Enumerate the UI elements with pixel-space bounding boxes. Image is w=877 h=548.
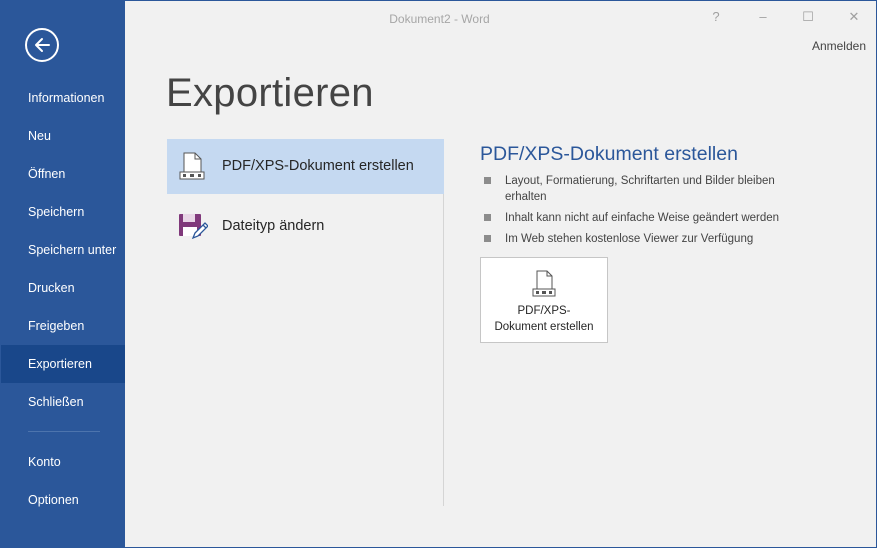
minimize-button[interactable]: –: [753, 7, 773, 27]
nav-item-informationen[interactable]: Informationen: [1, 79, 125, 117]
floppy-disk-pen-icon: [179, 214, 208, 240]
maximize-button[interactable]: ☐: [798, 7, 818, 27]
window-title: Dokument2 - Word: [389, 12, 490, 26]
pdf-document-icon: [179, 152, 205, 180]
back-button[interactable]: [25, 28, 59, 62]
nav-divider: [28, 431, 100, 432]
page-title: Exportieren: [166, 71, 374, 115]
create-pdf-xps-button[interactable]: PDF/XPS- Dokument erstellen: [480, 257, 608, 343]
option-change-file-type-label: Dateityp ändern: [222, 218, 325, 234]
nav-item-konto[interactable]: Konto: [1, 443, 125, 481]
option-create-pdf-xps[interactable]: PDF/XPS-Dokument erstellen: [167, 139, 444, 194]
export-options-list: PDF/XPS-Dokument erstellen Dateityp ände…: [167, 139, 444, 506]
signin-link[interactable]: Anmelden: [812, 39, 866, 53]
arrow-left-icon: [35, 38, 50, 52]
nav-item-oeffnen[interactable]: Öffnen: [1, 155, 125, 193]
pdf-document-icon: [532, 270, 556, 297]
bullet-item: Inhalt kann nicht auf einfache Weise geä…: [484, 210, 804, 226]
backstage-sidebar: Informationen Neu Öffnen Speichern Speic…: [1, 1, 125, 547]
nav-item-neu[interactable]: Neu: [1, 117, 125, 155]
option-create-pdf-xps-label: PDF/XPS-Dokument erstellen: [222, 158, 414, 174]
button-label-line2: Dokument erstellen: [494, 321, 594, 333]
nav-item-freigeben[interactable]: Freigeben: [1, 307, 125, 345]
detail-title: PDF/XPS-Dokument erstellen: [480, 143, 738, 165]
nav-item-speichern[interactable]: Speichern: [1, 193, 125, 231]
detail-bullets: Layout, Formatierung, Schriftarten und B…: [484, 173, 804, 252]
option-change-file-type[interactable]: Dateityp ändern: [167, 199, 444, 254]
nav-item-schliessen[interactable]: Schließen: [1, 383, 125, 421]
bullet-item: Im Web stehen kostenlose Viewer zur Verf…: [484, 231, 804, 247]
create-pdf-xps-button-label: PDF/XPS- Dokument erstellen: [481, 303, 607, 335]
nav-item-speichern-unter[interactable]: Speichern unter: [1, 231, 125, 269]
close-button[interactable]: ✕: [844, 7, 864, 27]
word-backstage-window: Informationen Neu Öffnen Speichern Speic…: [0, 0, 877, 548]
button-label-line1: PDF/XPS-: [517, 305, 571, 317]
nav-item-drucken[interactable]: Drucken: [1, 269, 125, 307]
nav-item-exportieren[interactable]: Exportieren: [1, 345, 125, 383]
help-button[interactable]: ?: [706, 7, 726, 27]
nav-item-optionen[interactable]: Optionen: [1, 481, 125, 519]
bullet-item: Layout, Formatierung, Schriftarten und B…: [484, 173, 804, 205]
